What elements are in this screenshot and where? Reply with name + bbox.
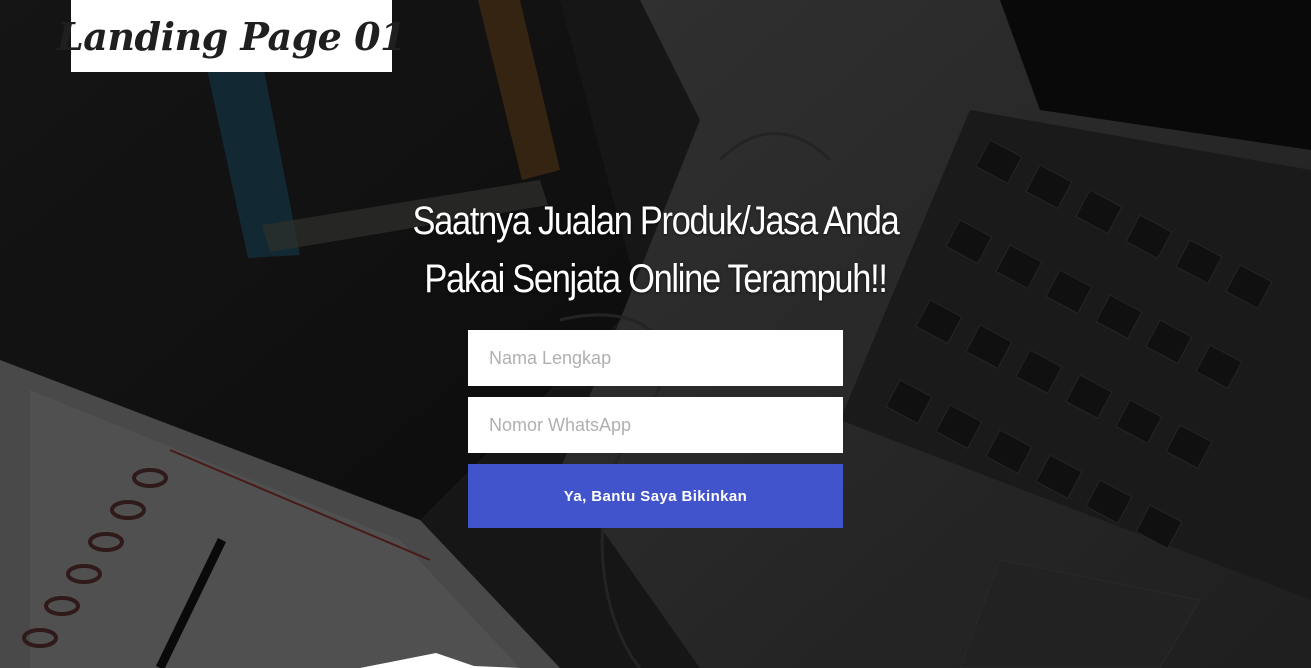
logo-text: Landing Page 01	[57, 13, 406, 59]
whatsapp-number-input[interactable]	[468, 397, 843, 453]
landing-page: Landing Page 01 Saatnya Jualan Produk/Ja…	[0, 0, 1311, 668]
logo[interactable]: Landing Page 01	[57, 0, 406, 72]
hero-headline: Saatnya Jualan Produk/Jasa Anda Pakai Se…	[350, 192, 961, 308]
bottom-divider-shape	[360, 653, 520, 668]
signup-form: Ya, Bantu Saya Bikinkan	[468, 330, 843, 528]
headline-line-2: Pakai Senjata Online Terampuh!!	[424, 257, 888, 301]
submit-button[interactable]: Ya, Bantu Saya Bikinkan	[468, 464, 843, 528]
headline-line-1: Saatnya Jualan Produk/Jasa Anda	[412, 199, 900, 243]
full-name-input[interactable]	[468, 330, 843, 386]
